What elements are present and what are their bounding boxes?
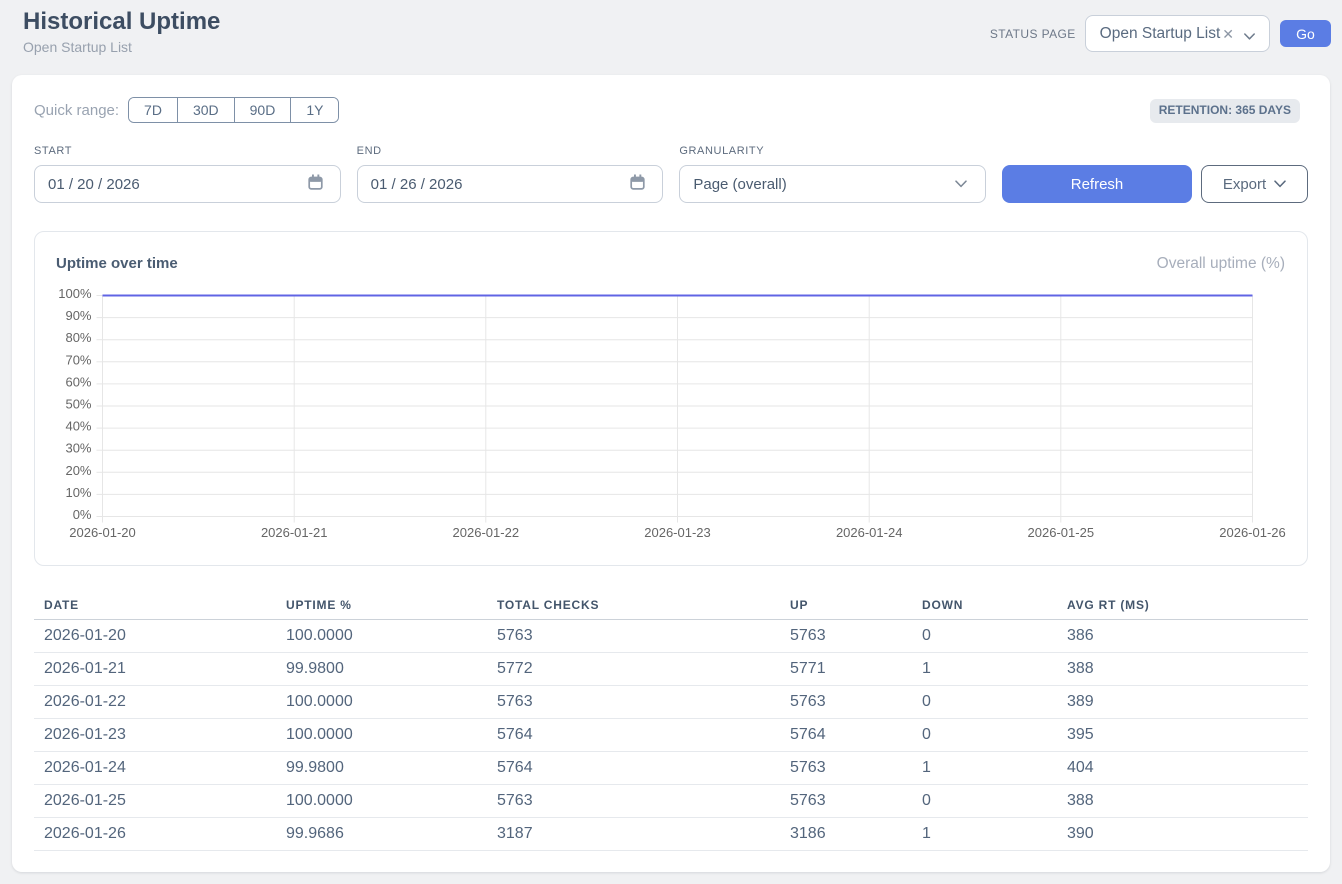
svg-text:60%: 60% [65, 374, 91, 389]
svg-text:80%: 80% [65, 330, 91, 345]
svg-text:90%: 90% [65, 308, 91, 323]
svg-text:2026-01-22: 2026-01-22 [453, 525, 520, 540]
svg-text:50%: 50% [65, 397, 91, 412]
svg-text:20%: 20% [65, 463, 91, 478]
svg-text:2026-01-25: 2026-01-25 [1028, 525, 1095, 540]
svg-text:30%: 30% [65, 441, 91, 456]
svg-text:100%: 100% [58, 286, 92, 301]
svg-text:2026-01-21: 2026-01-21 [261, 525, 328, 540]
svg-text:70%: 70% [65, 352, 91, 367]
svg-text:0%: 0% [73, 507, 92, 522]
svg-text:2026-01-20: 2026-01-20 [69, 525, 136, 540]
svg-text:40%: 40% [65, 419, 91, 434]
svg-text:2026-01-26: 2026-01-26 [1219, 525, 1286, 540]
svg-text:2026-01-23: 2026-01-23 [644, 525, 711, 540]
svg-text:10%: 10% [65, 485, 91, 500]
svg-text:2026-01-24: 2026-01-24 [836, 525, 903, 540]
